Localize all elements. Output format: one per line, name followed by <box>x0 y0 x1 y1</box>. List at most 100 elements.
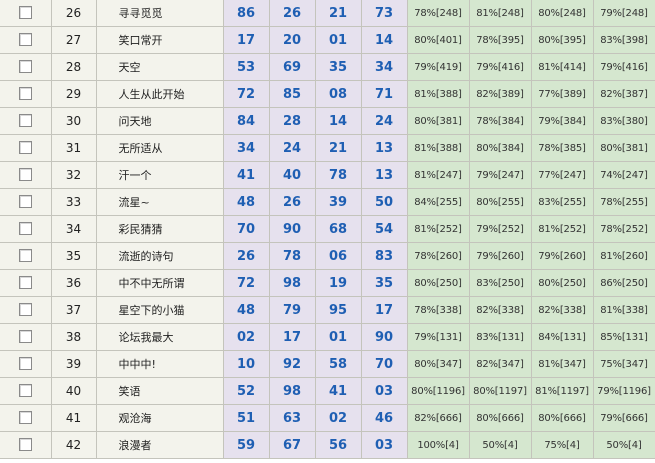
predicted-number: 21 <box>315 0 362 27</box>
accuracy-stat: 80%[347] <box>407 350 470 378</box>
predicted-number: 86 <box>223 0 270 27</box>
accuracy-stat: 81%[338] <box>593 296 655 324</box>
predicted-number: 56 <box>315 431 362 459</box>
row-number: 39 <box>51 350 97 378</box>
table-row: 30 问天地 84 28 14 24 80%[381] 78%[384] 79%[384] 83%… <box>0 107 655 135</box>
predicted-number: 26 <box>269 0 316 27</box>
row-checkbox[interactable] <box>18 357 32 370</box>
accuracy-stat: 85%[131] <box>593 323 655 351</box>
checkbox-cell <box>0 215 52 243</box>
accuracy-stat: 81%[388] <box>407 134 470 162</box>
predicted-number: 92 <box>269 350 316 378</box>
predicted-number: 95 <box>315 296 362 324</box>
row-checkbox[interactable] <box>18 114 32 127</box>
accuracy-stat: 80%[1197] <box>469 377 532 405</box>
checkbox-cell <box>0 0 52 27</box>
table-row: 34 彩民猜猜 70 90 68 54 81%[252] 79%[252] 81%[252] 78… <box>0 215 655 243</box>
row-checkbox[interactable] <box>18 141 32 154</box>
accuracy-stat: 82%[338] <box>469 296 532 324</box>
accuracy-stat: 78%[384] <box>469 107 532 135</box>
user-name: 天空 <box>96 53 224 81</box>
predicted-number: 98 <box>269 377 316 405</box>
predicted-number: 70 <box>223 215 270 243</box>
accuracy-stat: 82%[666] <box>407 404 470 432</box>
predicted-number: 24 <box>269 134 316 162</box>
row-checkbox[interactable] <box>18 222 32 235</box>
accuracy-stat: 81%[248] <box>469 0 532 27</box>
user-name: 浪漫者 <box>96 431 224 459</box>
predicted-number: 13 <box>361 161 408 189</box>
row-checkbox[interactable] <box>18 384 32 397</box>
predicted-number: 19 <box>315 269 362 297</box>
predicted-number: 28 <box>269 107 316 135</box>
checkbox-cell <box>0 188 52 216</box>
checkbox-cell <box>0 26 52 54</box>
user-name: 中不中无所谓 <box>96 269 224 297</box>
predicted-number: 90 <box>269 215 316 243</box>
accuracy-stat: 80%[666] <box>469 404 532 432</box>
predicted-number: 71 <box>361 80 408 108</box>
row-checkbox[interactable] <box>18 195 32 208</box>
row-checkbox[interactable] <box>18 438 32 451</box>
accuracy-stat: 79%[419] <box>407 53 470 81</box>
user-name: 流星~ <box>96 188 224 216</box>
checkbox-cell <box>0 53 52 81</box>
table-row: 39 中中中! 10 92 58 70 80%[347] 82%[347] 81%[347] 75… <box>0 350 655 378</box>
table-row: 32 汗一个 41 40 78 13 81%[247] 79%[247] 77%[247] 74%… <box>0 161 655 189</box>
row-number: 30 <box>51 107 97 135</box>
row-number: 37 <box>51 296 97 324</box>
user-name: 汗一个 <box>96 161 224 189</box>
predicted-number: 72 <box>223 80 270 108</box>
accuracy-stat: 78%[252] <box>593 215 655 243</box>
accuracy-stat: 80%[381] <box>407 107 470 135</box>
predicted-number: 69 <box>269 53 316 81</box>
user-name: 流逝的诗句 <box>96 242 224 270</box>
checkbox-cell <box>0 242 52 270</box>
row-number: 34 <box>51 215 97 243</box>
accuracy-stat: 78%[338] <box>407 296 470 324</box>
accuracy-stat: 82%[387] <box>593 80 655 108</box>
accuracy-stat: 78%[395] <box>469 26 532 54</box>
accuracy-stat: 79%[131] <box>407 323 470 351</box>
row-checkbox[interactable] <box>18 60 32 73</box>
row-number: 31 <box>51 134 97 162</box>
checkbox-cell <box>0 404 52 432</box>
checkbox-cell <box>0 323 52 351</box>
accuracy-stat: 81%[252] <box>407 215 470 243</box>
accuracy-stat: 74%[247] <box>593 161 655 189</box>
accuracy-stat: 81%[260] <box>593 242 655 270</box>
predicted-number: 14 <box>315 107 362 135</box>
user-name: 人生从此开始 <box>96 80 224 108</box>
accuracy-stat: 83%[255] <box>531 188 594 216</box>
row-number: 41 <box>51 404 97 432</box>
predicted-number: 03 <box>361 431 408 459</box>
row-checkbox[interactable] <box>18 303 32 316</box>
accuracy-stat: 82%[338] <box>531 296 594 324</box>
row-checkbox[interactable] <box>18 411 32 424</box>
predicted-number: 72 <box>223 269 270 297</box>
row-checkbox[interactable] <box>18 33 32 46</box>
row-number: 40 <box>51 377 97 405</box>
predicted-number: 13 <box>361 134 408 162</box>
predicted-number: 73 <box>361 0 408 27</box>
accuracy-stat: 77%[389] <box>531 80 594 108</box>
predicted-number: 17 <box>361 296 408 324</box>
accuracy-stat: 80%[666] <box>531 404 594 432</box>
row-checkbox[interactable] <box>18 87 32 100</box>
predicted-number: 85 <box>269 80 316 108</box>
table-row: 38 论坛我最大 02 17 01 90 79%[131] 83%[131] 84%[131] 8… <box>0 323 655 351</box>
accuracy-stat: 82%[389] <box>469 80 532 108</box>
predicted-number: 83 <box>361 242 408 270</box>
row-checkbox[interactable] <box>18 330 32 343</box>
row-checkbox[interactable] <box>18 276 32 289</box>
predicted-number: 41 <box>223 161 270 189</box>
accuracy-stat: 84%[131] <box>531 323 594 351</box>
row-checkbox[interactable] <box>18 6 32 19</box>
row-checkbox[interactable] <box>18 249 32 262</box>
predicted-number: 84 <box>223 107 270 135</box>
accuracy-stat: 78%[248] <box>407 0 470 27</box>
accuracy-stat: 83%[131] <box>469 323 532 351</box>
row-checkbox[interactable] <box>18 168 32 181</box>
predicted-number: 46 <box>361 404 408 432</box>
predicted-number: 26 <box>223 242 270 270</box>
